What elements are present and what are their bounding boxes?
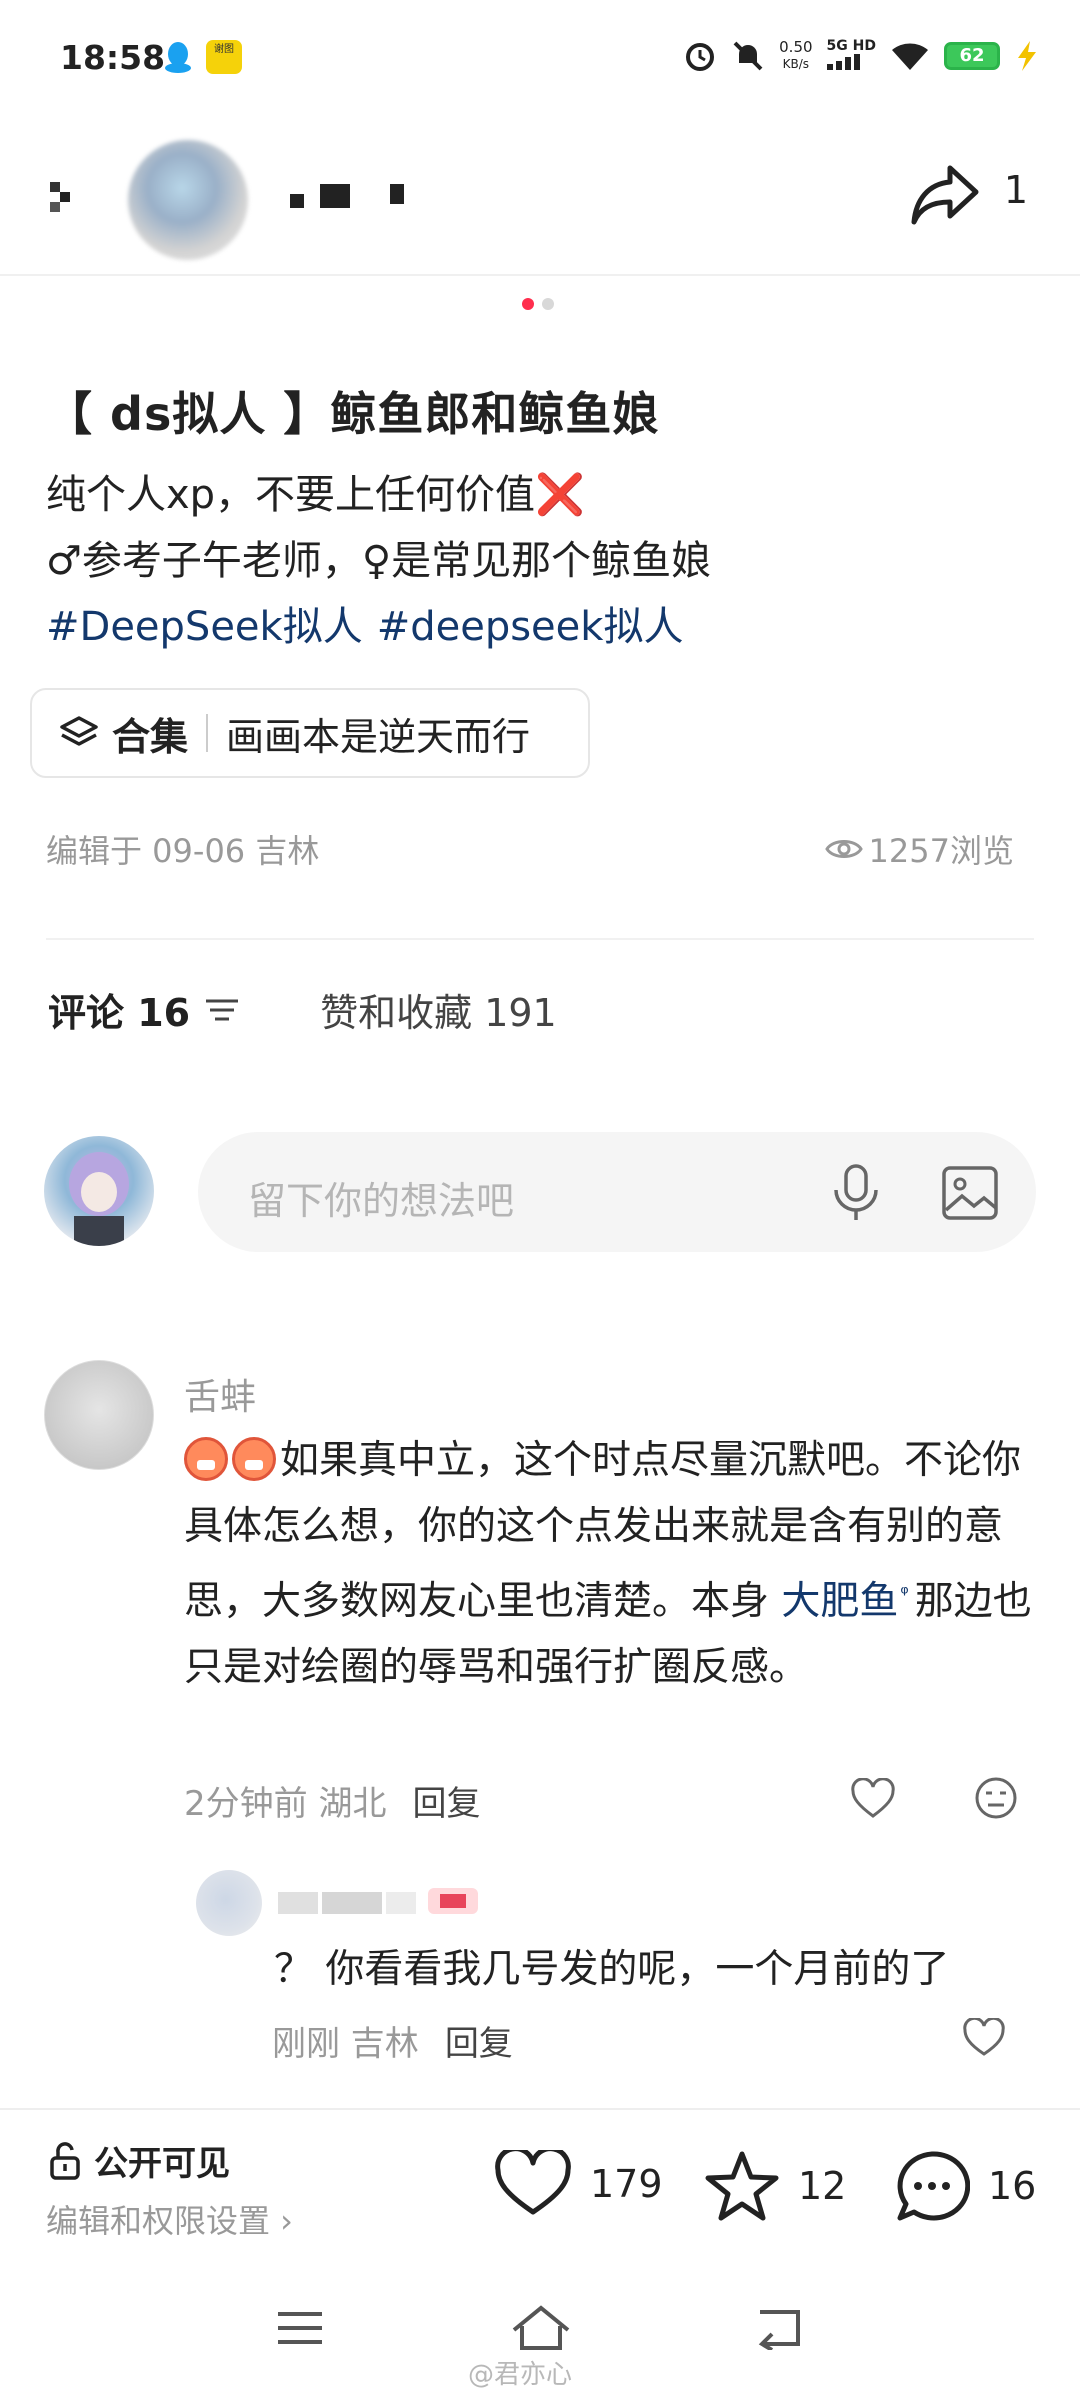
reply-button[interactable]: 回复 (445, 2016, 513, 2065)
comment-count: 16 (988, 2164, 1037, 2208)
status-bar: 18:58 谢图 0.50 KB/s 5G HD 62 (0, 0, 1080, 110)
sort-icon[interactable] (204, 995, 240, 1025)
tab-comments[interactable]: 评论 16 (48, 982, 240, 1037)
reply-meta: 刚刚 吉林 回复 (272, 2016, 513, 2065)
dislike-face-icon[interactable] (974, 1776, 1018, 1820)
comment-time-location: 2分钟前 湖北 (184, 1784, 387, 1824)
microphone-icon[interactable] (826, 1162, 886, 1224)
search-mark-icon: ᵠ (900, 1581, 909, 1605)
search-keyword-link[interactable]: 大肥鱼 (781, 1579, 898, 1624)
favorite-action[interactable]: 12 (704, 2150, 846, 2222)
edit-info: 编辑于 09-06 吉林 (46, 832, 320, 870)
wifi-icon (892, 43, 928, 70)
hashtag-link[interactable]: #deepseek拟人 (377, 604, 684, 650)
charging-icon (1018, 41, 1036, 71)
divider (46, 938, 1034, 940)
reply-text: ？ 你看看我几号发的呢，一个月前的了 (274, 1947, 950, 1992)
back-icon[interactable] (44, 178, 84, 218)
heart-icon (495, 2150, 571, 2215)
avatar-illustration (69, 1152, 129, 1246)
heart-icon[interactable] (850, 1778, 896, 1820)
body-line-1: 纯个人xp，不要上任何价值❌ (46, 472, 585, 518)
hashtag-link[interactable]: #DeepSeek拟人 (46, 604, 363, 650)
eye-icon (824, 840, 863, 858)
image-pager (522, 298, 554, 310)
mute-icon (733, 41, 763, 71)
tags: #DeepSeek拟人 #deepseek拟人 (46, 594, 1036, 660)
back-nav-icon[interactable] (752, 2306, 804, 2350)
like-count: 179 (590, 2162, 663, 2206)
chip-divider (206, 714, 209, 752)
image-icon[interactable] (940, 1164, 1000, 1222)
body-line-2: ♂参考子午老师，♀是常见那个鲸鱼娘 (46, 538, 712, 584)
view-count: 1257浏览 (824, 826, 1014, 872)
chat-bubble-icon (897, 2151, 970, 2221)
home-icon[interactable] (510, 2304, 572, 2352)
signal-icon (826, 53, 860, 70)
angry-emoji (232, 1437, 276, 1481)
share-count: 1 (1003, 168, 1028, 212)
visibility-status[interactable]: 公开可见 (48, 2136, 230, 2185)
system-nav-bar: @君亦心 (0, 2258, 1080, 2400)
pager-dot-active (522, 298, 534, 310)
bottom-action-bar: 公开可见 编辑和权限设置 › 179 12 16 (0, 2108, 1080, 2258)
my-avatar (44, 1136, 154, 1246)
share-icon[interactable] (910, 162, 980, 228)
recent-apps-icon[interactable] (276, 2308, 324, 2348)
reply-time-location: 刚刚 吉林 (272, 2024, 419, 2064)
favorite-count: 12 (798, 2164, 847, 2208)
comment-text: 如果真中立，这个时点尽量沉默吧。不论你具体怎么想，你的这个点发出来就是含有别的意… (184, 1437, 1032, 1690)
author-avatar[interactable] (128, 140, 248, 260)
collection-name: 画画本是逆天而行 (226, 714, 531, 759)
reply-button[interactable]: 回复 (412, 1776, 480, 1825)
network-indicator: 5G HD (826, 38, 876, 74)
comment-input[interactable]: 留下你的想法吧 (198, 1132, 1036, 1252)
author-name[interactable] (290, 180, 410, 220)
post-title: 【 ds拟人 】鲸鱼郎和鲸鱼娘 (46, 387, 660, 441)
post-body: 纯个人xp，不要上任何价值❌ ♂参考子午老师，♀是常见那个鲸鱼娘 #DeepSe… (46, 462, 1036, 660)
collection-chip[interactable]: 合集 画画本是逆天而行 (30, 688, 590, 778)
commenter-avatar[interactable] (44, 1360, 154, 1470)
star-icon (705, 2151, 779, 2221)
comment-action[interactable]: 16 (894, 2150, 1036, 2222)
comment-placeholder: 留下你的想法吧 (248, 1179, 515, 1223)
replier-name-blurred[interactable] (278, 1886, 528, 1920)
post-header: 1 (0, 110, 1080, 276)
like-action[interactable]: 179 (494, 2150, 663, 2218)
alarm-icon (686, 43, 715, 71)
angry-emoji (184, 1437, 228, 1481)
comment-tabs: 评论 16 赞和收藏 191 (48, 982, 557, 1037)
qq-icon (165, 42, 191, 73)
status-time: 18:58 (60, 38, 166, 77)
tab-likes-favorites[interactable]: 赞和收藏 191 (320, 982, 557, 1037)
comment-meta: 2分钟前 湖北 回复 (184, 1776, 480, 1825)
unlock-icon (50, 2141, 80, 2180)
layers-icon (60, 716, 98, 746)
net-speed: 0.50 KB/s (779, 38, 813, 72)
app-notification-icon: 谢图 (206, 40, 242, 74)
cross-mark-emoji: ❌ (535, 472, 585, 518)
weibo-watermark: @君亦心 (468, 2360, 573, 2390)
commenter-name[interactable]: 舌蚌 (184, 1368, 256, 1420)
permission-settings-link[interactable]: 编辑和权限设置 › (46, 2196, 293, 2242)
heart-icon[interactable] (962, 2018, 1006, 2058)
pager-dot (542, 298, 554, 310)
battery-indicator: 62 (944, 42, 1000, 70)
collection-label: 合集 (112, 714, 189, 759)
status-right: 0.50 KB/s 5G HD 62 (683, 34, 1040, 78)
replier-avatar[interactable] (196, 1870, 262, 1936)
